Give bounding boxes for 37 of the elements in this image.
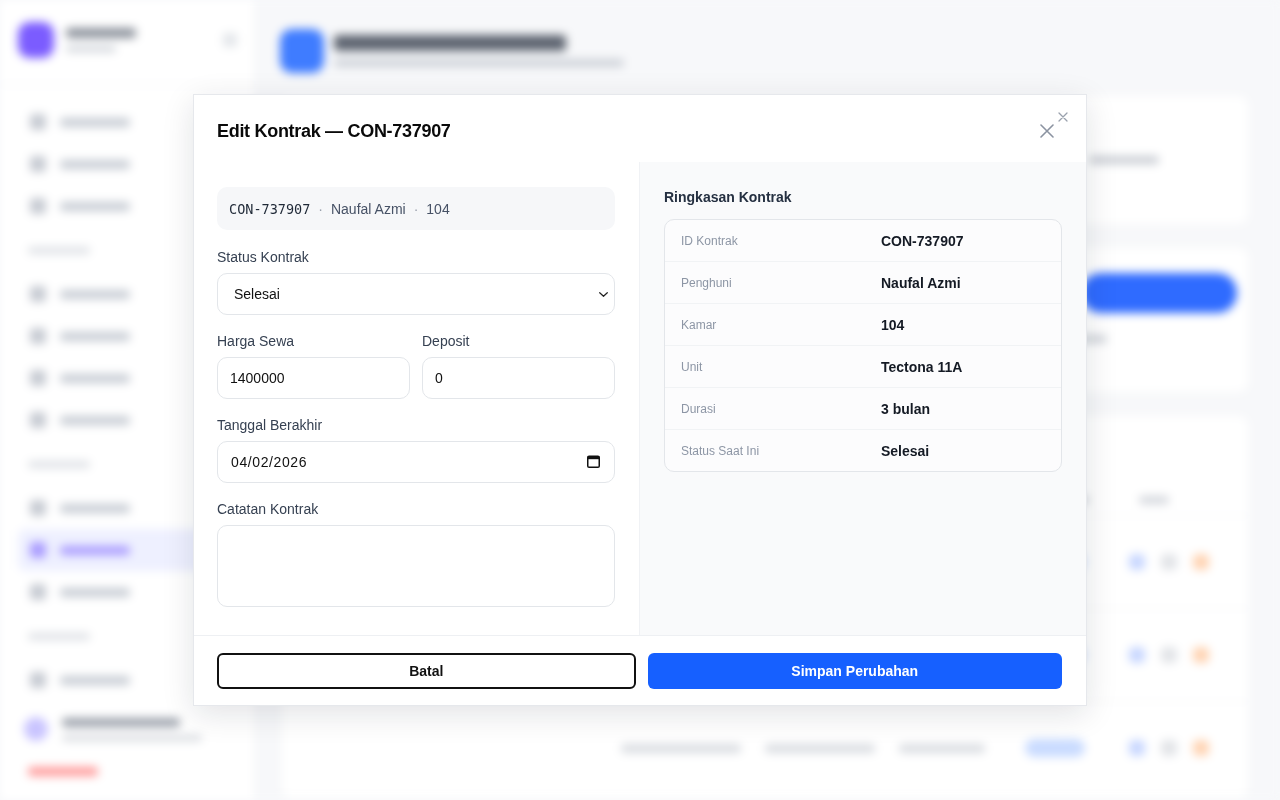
chevron-down-icon <box>599 292 608 297</box>
input-field[interactable]: 1400000 <box>217 357 410 399</box>
separator-dot: · <box>413 200 419 217</box>
cancel-button[interactable]: Batal <box>217 653 636 689</box>
section-title: Ringkasan Kontrak <box>664 188 792 206</box>
summary-value: 3 bulan <box>881 400 930 417</box>
textarea-field[interactable] <box>217 525 615 607</box>
field-label: Catatan Kontrak <box>217 500 320 518</box>
summary-value: Tectona 11A <box>881 358 963 375</box>
field-label: Status Kontrak <box>217 248 310 266</box>
date-field[interactable]: 04/02/2026 <box>217 441 615 483</box>
close-icon <box>1058 112 1068 122</box>
calendar-icon <box>587 455 600 468</box>
summary-value: CON-737907 <box>881 232 964 249</box>
chip-text: 104 <box>426 200 450 217</box>
summary-value: Selesai <box>881 442 930 459</box>
close-button[interactable] <box>1040 124 1054 138</box>
field-label: Harga Sewa <box>217 332 296 350</box>
separator-dot: · <box>318 200 323 217</box>
save-button[interactable]: Simpan Perubahan <box>647 653 1062 689</box>
close-button[interactable] <box>1058 112 1068 122</box>
field-label: Deposit <box>422 332 471 350</box>
dropdown-field[interactable]: Selesai <box>217 273 615 315</box>
summary-value: 104 <box>881 316 905 333</box>
field-label: Tanggal Berakhir <box>217 416 324 434</box>
summary-label: Kamar <box>681 317 717 332</box>
input-field[interactable]: 0 <box>422 357 615 399</box>
chip-text: Naufal Azmi <box>330 200 406 217</box>
summary-label: Penghuni <box>681 275 732 290</box>
summary-value: Naufal Azmi <box>881 274 961 291</box>
summary-label: Status Saat Ini <box>681 443 760 458</box>
summary-label: Unit <box>681 359 703 374</box>
summary-label: ID Kontrak <box>681 233 738 248</box>
dialog-title: Edit Kontrak — CON-737907 <box>217 120 451 143</box>
close-icon <box>1040 124 1054 138</box>
contract-id: CON-737907 <box>229 200 311 217</box>
summary-label: Durasi <box>681 401 716 416</box>
